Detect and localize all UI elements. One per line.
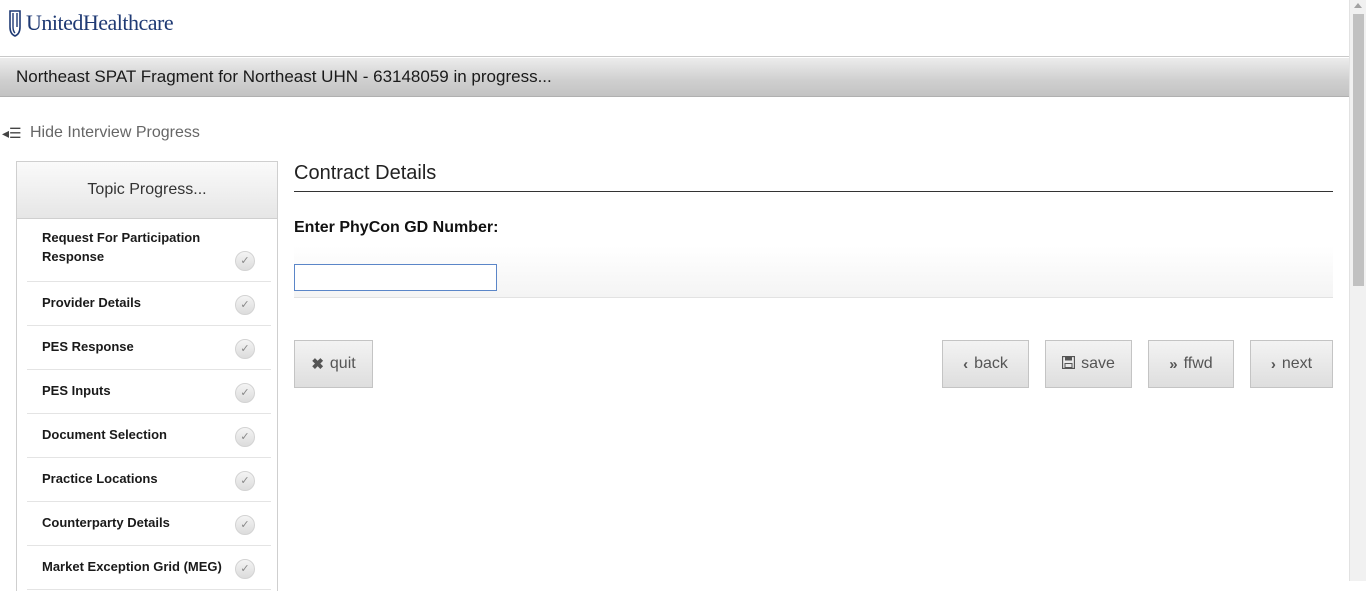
vertical-scrollbar[interactable] xyxy=(1349,0,1366,581)
field-container xyxy=(294,246,1333,298)
phycon-gd-number-label: Enter PhyCon GD Number: xyxy=(294,219,499,236)
topic-item-practice-locations[interactable]: Practice Locations ✓ xyxy=(27,458,271,502)
topic-item-pes-inputs[interactable]: PES Inputs ✓ xyxy=(27,370,271,414)
quit-button[interactable]: ✖ quit xyxy=(294,340,373,388)
x-icon: ✖ xyxy=(311,356,324,373)
check-icon: ✓ xyxy=(235,515,255,535)
ffwd-button[interactable]: » ffwd xyxy=(1148,340,1234,388)
phycon-gd-number-input[interactable] xyxy=(294,264,497,291)
check-icon: ✓ xyxy=(235,559,255,579)
save-button[interactable]: save xyxy=(1045,340,1132,388)
hide-interview-progress-label: Hide Interview Progress xyxy=(30,124,200,141)
next-button-label: next xyxy=(1281,355,1313,372)
quit-button-label: quit xyxy=(329,355,356,372)
chevron-left-icon: ‹ xyxy=(963,355,969,373)
check-icon: ✓ xyxy=(235,251,255,271)
check-icon: ✓ xyxy=(235,339,255,359)
topic-item-counterparty-details[interactable]: Counterparty Details ✓ xyxy=(27,502,271,546)
chevron-right-icon: › xyxy=(1270,355,1276,373)
brand-logo[interactable]: UnitedHealthcare xyxy=(8,9,174,37)
topic-item-label: Request For Participation Response xyxy=(42,230,201,264)
check-icon: ✓ xyxy=(235,295,255,315)
topic-item-label: Practice Locations xyxy=(42,471,158,486)
uhc-shield-icon xyxy=(9,10,21,37)
topic-list: Request For Participation Response ✓ Pro… xyxy=(17,219,277,590)
floppy-disk-icon xyxy=(1061,355,1076,373)
interview-main-panel: Contract Details Enter PhyCon GD Number:… xyxy=(294,161,1333,388)
topic-item-request-for-participation-response[interactable]: Request For Participation Response ✓ xyxy=(27,219,271,282)
brand-name: UnitedHealthcare xyxy=(26,10,174,35)
page-title: Northeast SPAT Fragment for Northeast UH… xyxy=(16,67,552,86)
topic-item-label: PES Response xyxy=(42,339,134,354)
topic-item-label: Market Exception Grid (MEG) xyxy=(42,559,222,574)
check-icon: ✓ xyxy=(235,383,255,403)
double-chevron-right-icon: » xyxy=(1169,355,1178,373)
hide-interview-progress-toggle[interactable]: ◂☰ Hide Interview Progress xyxy=(0,122,200,144)
topic-item-label: Document Selection xyxy=(42,427,167,442)
save-button-label: save xyxy=(1081,355,1115,372)
ffwd-button-label: ffwd xyxy=(1183,355,1213,372)
section-heading: Contract Details xyxy=(294,161,1333,192)
check-icon: ✓ xyxy=(235,471,255,491)
topic-item-label: PES Inputs xyxy=(42,383,111,398)
topic-progress-panel: Topic Progress... Request For Participat… xyxy=(16,161,278,591)
interview-title-bar: Northeast SPAT Fragment for Northeast UH… xyxy=(0,58,1350,97)
topic-item-provider-details[interactable]: Provider Details ✓ xyxy=(27,282,271,326)
next-button[interactable]: › next xyxy=(1250,340,1333,388)
check-icon: ✓ xyxy=(235,427,255,447)
header-bar: UnitedHealthcare xyxy=(0,0,1350,57)
topic-progress-header: Topic Progress... xyxy=(17,162,277,219)
back-button-label: back xyxy=(974,355,1008,372)
back-button[interactable]: ‹ back xyxy=(942,340,1029,388)
topic-item-document-selection[interactable]: Document Selection ✓ xyxy=(27,414,271,458)
topic-item-label: Counterparty Details xyxy=(42,515,170,530)
scroll-up-arrow-icon[interactable] xyxy=(1354,3,1362,8)
collapse-menu-icon: ◂☰ xyxy=(2,124,22,141)
topic-item-pes-response[interactable]: PES Response ✓ xyxy=(27,326,271,370)
topic-item-market-exception-grid[interactable]: Market Exception Grid (MEG) ✓ xyxy=(27,546,271,590)
scrollbar-thumb[interactable] xyxy=(1353,14,1364,286)
topic-item-label: Provider Details xyxy=(42,295,141,310)
